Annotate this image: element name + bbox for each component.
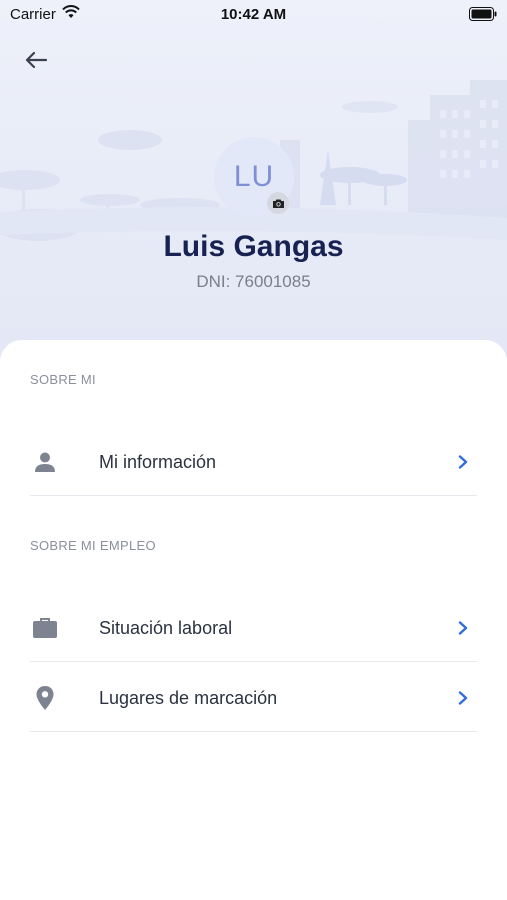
divider (30, 661, 477, 662)
menu-item-lugares-de-marcacion[interactable]: Lugares de marcación (30, 663, 477, 733)
menu-item-situacion-laboral[interactable]: Situación laboral (30, 593, 477, 663)
person-icon (30, 447, 60, 477)
divider (30, 731, 477, 732)
chevron-right-icon (455, 454, 471, 470)
change-photo-button[interactable] (267, 192, 289, 214)
clock: 10:42 AM (220, 6, 287, 23)
user-name: Luis Gangas (163, 230, 344, 263)
avatar-initials: LU (233, 160, 275, 193)
briefcase-icon (30, 613, 60, 643)
arrow-left-icon (25, 51, 48, 69)
status-bar: Carrier 10:42 AM (0, 0, 507, 30)
menu-item-mi-informacion[interactable]: Mi información (30, 427, 477, 497)
camera-icon (272, 199, 284, 208)
profile-menu-sheet: SOBRE MI Mi información SOBRE MI EMPLEO … (0, 340, 507, 900)
chevron-right-icon (455, 620, 471, 636)
section-title-sobre-mi: SOBRE MI (30, 372, 96, 387)
back-button[interactable] (20, 46, 52, 74)
user-dni: DNI: 76001085 (196, 272, 311, 291)
menu-item-label: Situación laboral (99, 617, 233, 638)
menu-item-label: Mi información (99, 451, 217, 472)
location-pin-icon (30, 683, 60, 713)
chevron-right-icon (455, 690, 471, 706)
menu-item-label: Lugares de marcación (99, 687, 278, 708)
battery-icon (469, 7, 497, 25)
divider (30, 495, 477, 496)
section-title-sobre-mi-empleo: SOBRE MI EMPLEO (30, 538, 156, 553)
